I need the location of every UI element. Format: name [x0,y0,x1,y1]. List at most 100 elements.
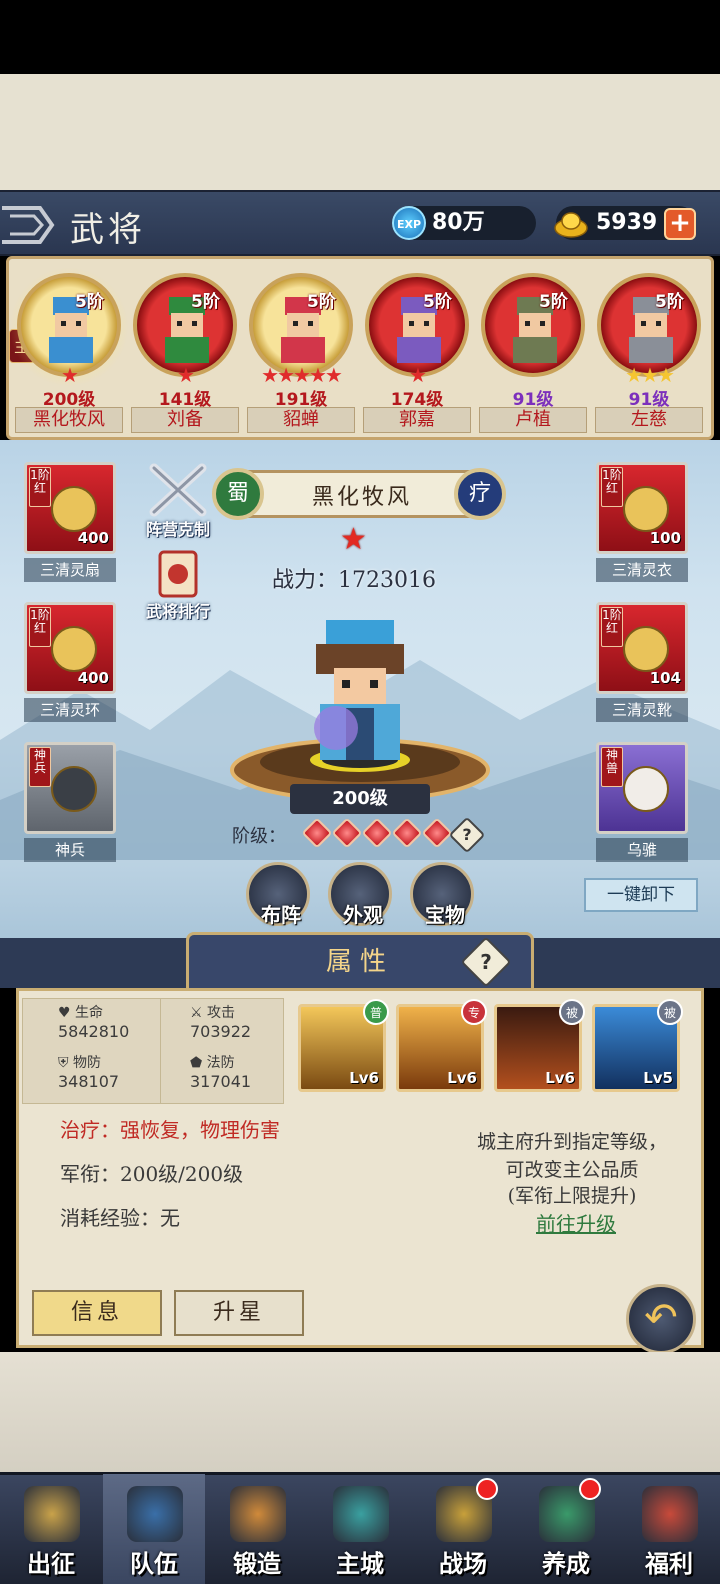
hero-card[interactable]: 5阶 ★ 174级 郭嘉 [361,273,473,437]
power-value: 1723016 [338,568,436,593]
nav-icon [333,1486,389,1542]
back-button[interactable]: ↶ [626,1284,696,1354]
hero-card[interactable]: 5阶 ★ 141级 刘备 [129,273,241,437]
nav-item[interactable]: 主城 [309,1474,411,1584]
hero-stars: ★★★★★ [261,363,343,387]
info-tab-button[interactable]: 信息 [32,1290,162,1336]
nav-label: 战场 [439,1549,487,1578]
hero-portrait [481,273,585,377]
magic-shield-icon: ⬟ [190,1055,207,1071]
equip-slot[interactable]: 1阶红 100 [596,462,688,554]
skill-slot[interactable]: Lv5 被 [592,999,683,1092]
hero-card[interactable]: 5阶 ★★★ 91级 左慈 [593,273,705,437]
nav-item[interactable]: 战场 [412,1474,514,1584]
crossed-swords-icon [149,463,207,517]
equip-slot[interactable]: 神兵 [24,742,116,834]
back-arrow-icon: ↶ [644,1295,678,1341]
power-label: 战力： [272,568,339,593]
stat-value: 5842810 [58,1022,130,1041]
stat-item: ⛨ 物防 348107 [58,1052,178,1091]
equip-label: 三清灵衣 [596,558,688,582]
note-line-2: 可改变主公品质 [505,1159,639,1181]
attribute-help-label: ? [480,950,492,974]
header-ornament-icon [2,206,55,244]
hero-roster: 主 5阶★200级黑化牧风5阶★141级刘备5阶★★★★★191级貂蝉5阶★17… [6,256,714,440]
hero-name: 黑化牧风 [311,485,412,510]
armor-icon: ⛨ [58,1055,73,1071]
hero-sprite [314,620,404,760]
treasure-label: 宝物 [425,903,465,927]
upgrade-link[interactable]: 前往升级 [536,1208,616,1237]
nav-item[interactable]: 福利 [618,1474,720,1584]
notification-dot [579,1478,601,1500]
skill-slot[interactable]: Lv6 普 [298,999,389,1092]
hero-portrait [17,273,121,377]
stat-item: ♥ 生命 5842810 [58,1002,178,1041]
nav-item[interactable]: 锻造 [206,1474,308,1584]
camp-counter-label: 阵营克制 [145,520,210,539]
equip-count: 100 [649,529,681,547]
equip-slot[interactable]: 1阶红 400 [24,462,116,554]
exp-cost: 消耗经验：无 [60,1206,180,1230]
formation-button[interactable]: 布阵 [246,862,310,927]
hero-rank: 5阶 [655,292,684,312]
upgrade-star-tab-button[interactable]: 升星 [174,1290,304,1336]
rank-text: 军衔：200级/200级 [60,1162,244,1186]
equip-label: 神兵 [24,838,116,862]
exp-icon: EXP [392,206,426,240]
gold-value: 5939 [596,210,658,235]
hero-rank: 5阶 [75,292,104,312]
skill-level: Lv5 [643,1069,673,1087]
divine-weapon-icon [47,761,101,821]
nav-label: 锻造 [233,1549,281,1578]
gold-ingot-icon [554,212,588,238]
nav-label: 主城 [336,1549,384,1578]
hero-ranking-label: 武将排行 [145,602,210,621]
nav-item[interactable]: 队伍 [103,1474,205,1584]
stat-label-row: ♥ 生命 [58,1002,178,1022]
skill-type-badge: 被 [559,999,585,1025]
equip-slot[interactable]: 1阶红 104 [596,602,688,694]
skill-slot[interactable]: Lv6 被 [494,999,585,1092]
nav-icon [642,1486,698,1542]
skill-slot[interactable]: Lv6 专 [396,999,487,1092]
hero-card[interactable]: 5阶 ★★★★★ 191级 貂蝉 [245,273,357,437]
nav-item[interactable]: 出征 [0,1474,102,1584]
skill-type-badge: 专 [461,999,487,1025]
nav-label: 养成 [542,1549,590,1578]
top-banner [0,74,720,190]
note-line-3: (军衔上限提升) [507,1185,637,1207]
hero-ranking-button[interactable]: 武将排行 [136,544,220,628]
nav-icon [127,1486,183,1542]
hero-rank: 5阶 [191,292,220,312]
stat-value: 703922 [190,1022,252,1041]
stat-label: 攻击 [207,1005,236,1021]
equip-slot[interactable]: 神兽 [596,742,688,834]
nav-item[interactable]: 养成 [515,1474,617,1584]
skill-level: Lv6 [545,1069,575,1087]
role-description: 治疗：强恢复，物理伤害 [60,1118,280,1142]
stat-value: 317041 [190,1072,252,1091]
status-bar [0,0,720,74]
hero-name: 貂蝉 [247,407,355,433]
unload-all-button[interactable]: 一键卸下 [584,878,698,912]
stat-label: 法防 [206,1055,235,1071]
equip-slot[interactable]: 1阶红 400 [24,602,116,694]
page-title: 武将 [70,210,146,250]
appearance-button[interactable]: 外观 [328,862,392,927]
header-bar: 武将 80万 EXP 5939 + [0,190,720,256]
treasure-button[interactable]: 宝物 [410,862,474,927]
nav-icon [24,1486,80,1542]
nav-label: 福利 [645,1549,693,1578]
hero-name: 刘备 [131,407,239,433]
hero-stars: ★ [409,363,427,387]
add-gold-button[interactable]: + [664,208,696,240]
equip-label: 三清灵扇 [24,558,116,582]
hero-card[interactable]: 5阶 ★ 200级 黑化牧风 [9,267,129,437]
equip-label: 三清灵靴 [596,698,688,722]
camp-counter-button[interactable]: 阵营克制 [136,462,220,546]
hero-card[interactable]: 5阶 91级 卢植 [477,273,589,437]
equip-label: 乌骓 [596,838,688,862]
hero-portrait [597,273,701,377]
ranking-scroll-icon [158,550,198,598]
